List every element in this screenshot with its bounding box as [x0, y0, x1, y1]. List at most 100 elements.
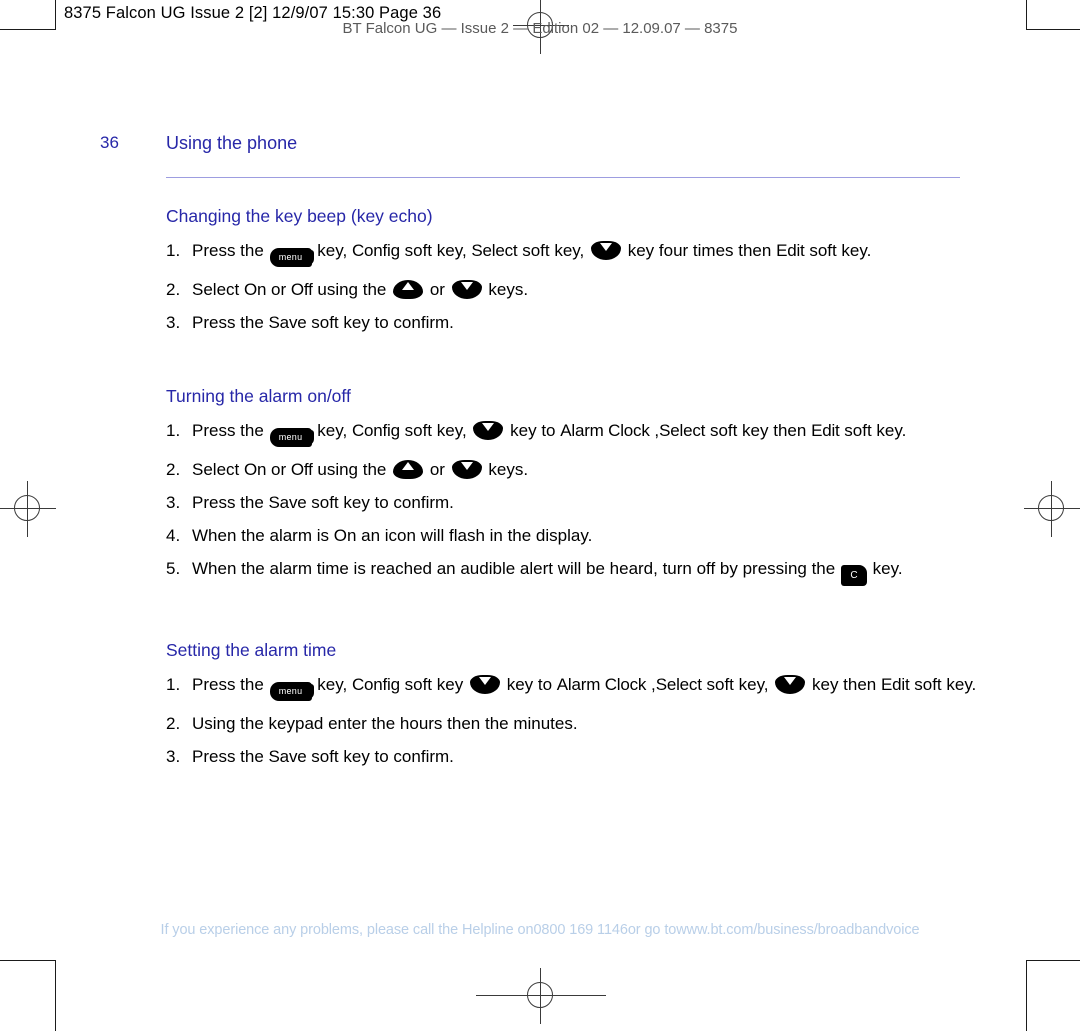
ui-term: Select	[655, 675, 702, 694]
ui-term: Alarm Clock	[556, 675, 647, 694]
step-text: soft key.	[914, 675, 977, 694]
step-text: using the	[317, 460, 387, 479]
step-number: 2.	[166, 460, 181, 479]
step-text: using the	[317, 280, 387, 299]
step-number: 3.	[166, 747, 181, 767]
step-list: 1. Press the menu key, Config soft key ke…	[166, 675, 976, 767]
ui-term: On	[243, 460, 267, 479]
header-rule	[166, 177, 960, 178]
menu-key-icon: menu	[269, 682, 314, 701]
step-text: When the alarm time is reached an audibl…	[192, 559, 836, 579]
step-text: key four times then	[627, 241, 772, 260]
ui-term: Select	[659, 421, 706, 440]
step-number: 5.	[166, 559, 181, 579]
step-text: soft key,	[404, 421, 467, 440]
footer-phone: 0800 169 1146	[533, 922, 628, 938]
menu-key-label: menu	[278, 432, 303, 442]
step-text: Press the	[192, 675, 264, 694]
step-text: keys.	[488, 280, 529, 299]
menu-key-label: menu	[278, 252, 303, 262]
nav-down-key-icon	[451, 460, 482, 479]
menu-key-icon: menu	[269, 248, 314, 267]
footer-url: www.bt.com/business/broadbandvoice	[676, 922, 920, 938]
ui-term: On	[243, 280, 267, 299]
step-text: When the alarm is On an icon will flash …	[192, 526, 593, 546]
section-title: Changing the key beep (key echo)	[166, 206, 433, 226]
nav-down-key-icon	[590, 241, 621, 260]
step-text: key then	[812, 675, 877, 694]
step-item: 2. Using the keypad enter the hours then …	[166, 714, 976, 734]
step-text: Using the keypad enter the hours then th…	[192, 714, 578, 733]
step-text: keys.	[488, 460, 529, 479]
menu-key-label: menu	[278, 686, 303, 696]
step-text: or	[429, 280, 445, 299]
step-text: Press the	[192, 747, 264, 767]
ui-term: Save	[268, 493, 307, 513]
ui-term: Edit	[811, 421, 840, 440]
ui-term: Edit	[776, 241, 805, 260]
section-title: Setting the alarm time	[166, 640, 337, 660]
step-text: soft key.	[809, 241, 872, 260]
manual-page: 36 Using the phone Changing the key beep…	[0, 0, 1080, 1027]
step-item: 1. Press the menu key, Config soft key, k…	[166, 421, 976, 447]
step-item: 4. When the alarm is On an icon will flas…	[166, 526, 976, 546]
step-item: 3. Press the Save soft key to confirm.	[166, 313, 976, 333]
ui-term: Edit	[881, 675, 910, 694]
step-number: 1.	[166, 675, 181, 694]
step-text: key,	[317, 421, 348, 440]
nav-down-key-icon	[775, 675, 806, 694]
nav-up-key-icon	[393, 280, 424, 299]
step-text: key to	[510, 421, 556, 440]
clear-key-icon: C	[840, 565, 867, 587]
step-number: 2.	[166, 280, 181, 299]
step-text: soft key,	[522, 241, 585, 260]
step-number: 4.	[166, 526, 181, 546]
nav-up-key-icon	[393, 460, 424, 479]
section: Setting the alarm time 1. Press the menu k…	[166, 640, 976, 780]
footer-lead: If you experience any problems, please c…	[160, 922, 534, 938]
step-text: Press the	[192, 493, 264, 513]
step-text: soft key to confirm.	[311, 493, 454, 513]
step-text: Select	[192, 460, 240, 479]
step-number: 2.	[166, 714, 181, 733]
step-list: 1. Press the menu key, Config soft key, S…	[166, 241, 976, 333]
step-item: 1. Press the menu key, Config soft key ke…	[166, 675, 976, 701]
ui-term: Config	[351, 675, 400, 694]
step-text: Press the	[192, 313, 264, 333]
step-text: or	[271, 460, 287, 479]
nav-down-key-icon	[473, 421, 504, 440]
nav-down-key-icon	[451, 280, 482, 299]
ui-term: Select	[471, 241, 518, 260]
step-item: 2. Select On or Off using the or keys.	[166, 280, 976, 300]
step-number: 3.	[166, 493, 181, 513]
step-text: soft key,	[404, 241, 467, 260]
step-number: 1.	[166, 241, 181, 260]
step-item: 5. When the alarm time is reached an audi…	[166, 559, 976, 587]
ui-term: Alarm Clock	[560, 421, 650, 440]
step-text: key.	[872, 559, 903, 579]
step-item: 1. Press the menu key, Config soft key, S…	[166, 241, 976, 267]
step-text: or	[271, 280, 287, 299]
step-text: soft key then	[709, 421, 807, 440]
step-text: Press the	[192, 421, 264, 440]
step-text: key,	[317, 675, 348, 694]
page-number: 36	[100, 133, 119, 152]
ui-term: Off	[290, 460, 313, 479]
page-footer: If you experience any problems, please c…	[0, 922, 1080, 938]
section: Changing the key beep (key echo) 1. Press …	[166, 206, 976, 346]
running-head: Using the phone	[166, 133, 298, 153]
step-text: key,	[317, 241, 348, 260]
ui-term: Save	[268, 313, 307, 333]
step-item: 2. Select On or Off using the or keys.	[166, 460, 976, 480]
step-text: soft key.	[844, 421, 907, 440]
step-text: soft key,	[706, 675, 769, 694]
section-title: Turning the alarm on/off	[166, 386, 351, 406]
step-item: 3. Press the Save soft key to confirm.	[166, 747, 976, 767]
section: Turning the alarm on/off 1. Press the menu…	[166, 386, 976, 599]
nav-down-key-icon	[469, 675, 500, 694]
step-text: soft key to confirm.	[311, 313, 454, 333]
step-text: soft key to confirm.	[311, 747, 454, 767]
ui-term: Config	[351, 241, 400, 260]
menu-key-icon: menu	[269, 428, 314, 447]
ui-term: Save	[268, 747, 307, 767]
